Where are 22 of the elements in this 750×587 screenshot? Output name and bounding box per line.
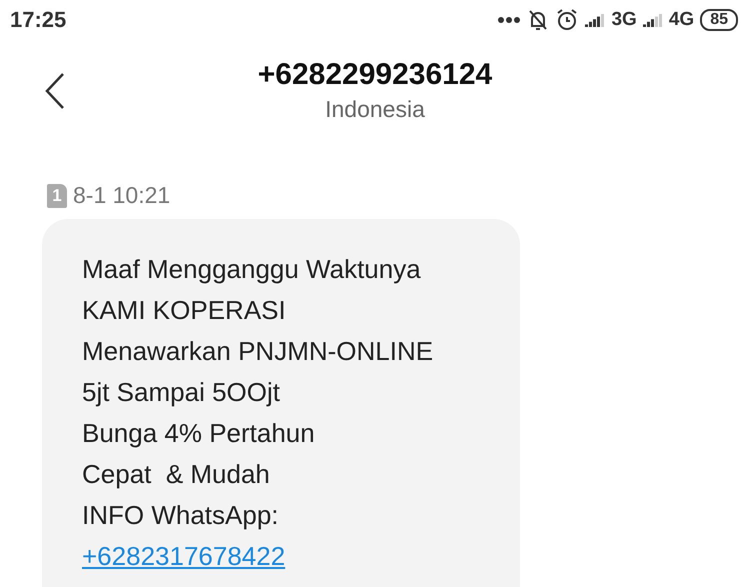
message-line: Menawarkan PNJMN-ONLINE — [82, 335, 434, 368]
signal-icon — [585, 13, 606, 27]
clock-time: 17:25 — [10, 7, 66, 33]
contact-number: +6282299236124 — [258, 58, 492, 92]
signal-icon — [642, 13, 663, 27]
message-line: INFO WhatsApp: — [82, 499, 278, 532]
battery-level: 85 — [700, 9, 738, 31]
more-icon — [497, 16, 522, 24]
contact-region: Indonesia — [325, 96, 425, 123]
sim-badge: 1 — [47, 184, 67, 208]
muted-bell-icon — [527, 8, 550, 32]
message-line: Cepat & Mudah — [82, 458, 270, 491]
message-line: Maaf Mengganggu Waktunya — [82, 253, 421, 286]
phone-link[interactable]: +6282317678422 — [82, 536, 286, 577]
message-line: Bunga 4% Pertahun — [82, 417, 315, 450]
alarm-icon — [555, 8, 580, 32]
network-type: 3G — [611, 9, 637, 31]
message-timestamp: 8-1 10:21 — [73, 182, 170, 209]
network-type: 4G — [668, 9, 694, 31]
message-line: KAMI KOPERASI — [82, 294, 286, 327]
back-icon[interactable] — [44, 72, 66, 110]
message-line: 5jt Sampai 5OOjt — [82, 376, 280, 409]
